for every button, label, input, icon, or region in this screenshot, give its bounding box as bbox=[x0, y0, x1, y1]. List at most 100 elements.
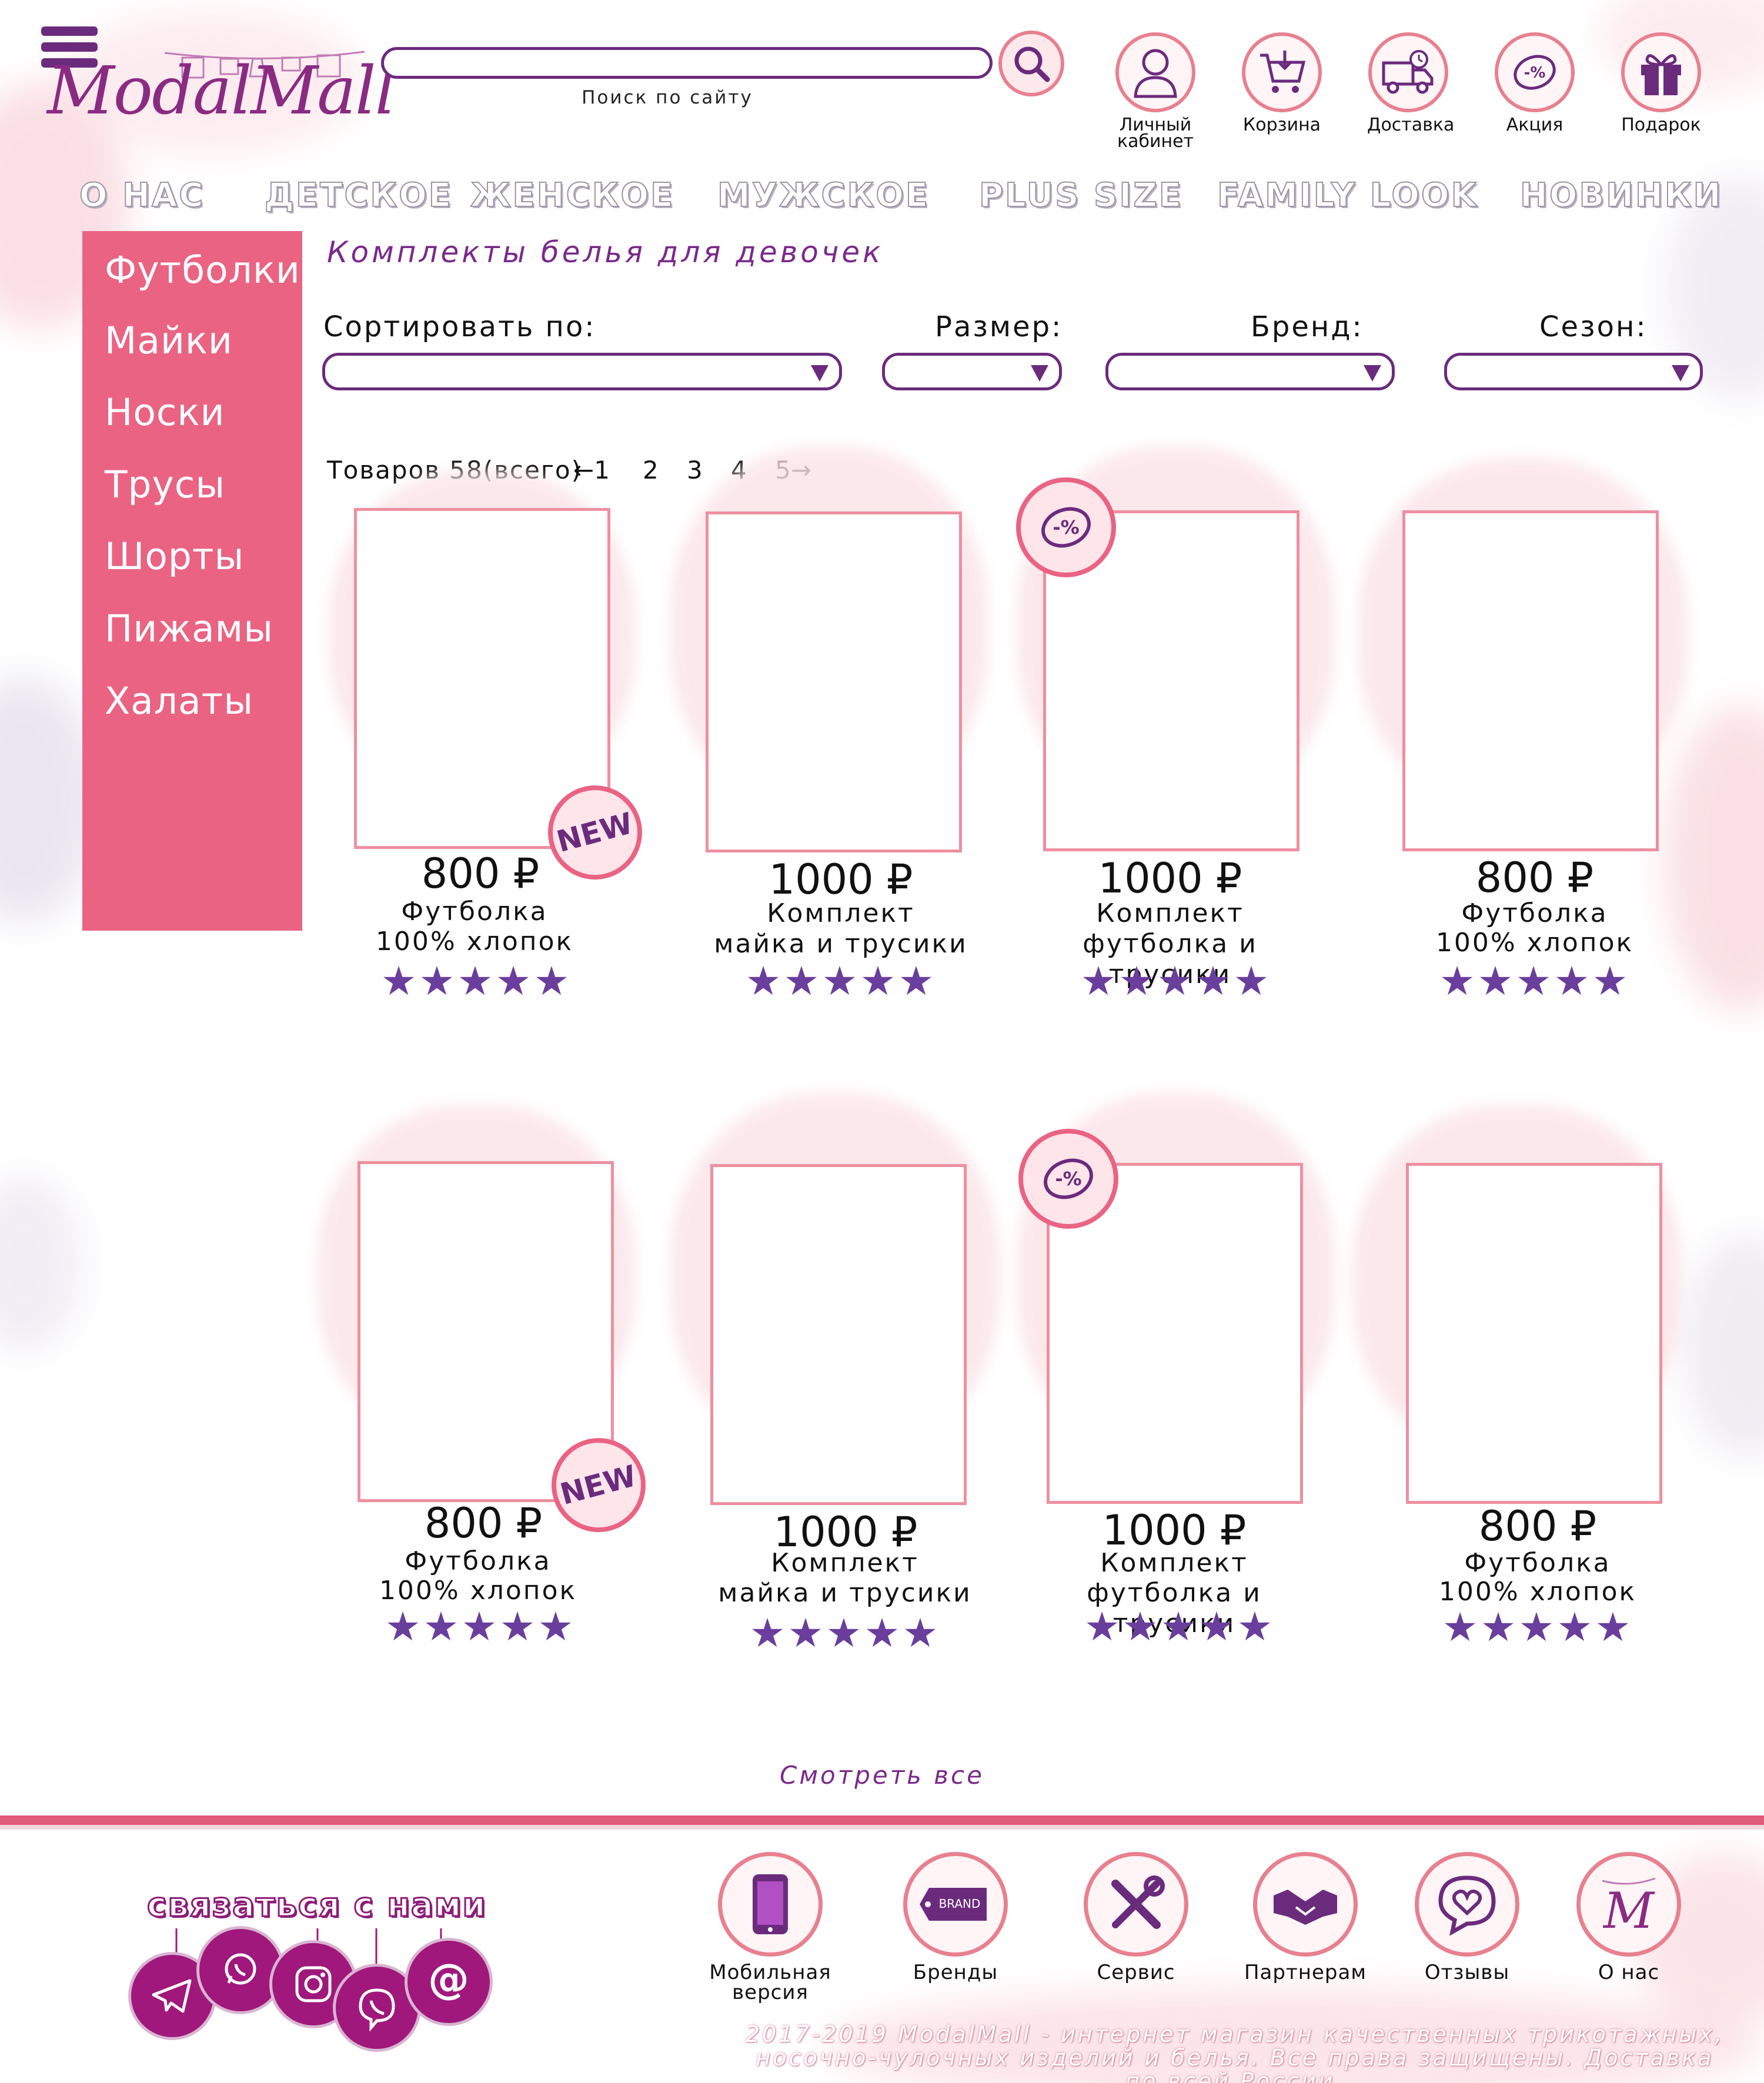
search-input[interactable] bbox=[381, 47, 993, 79]
product-description: майка и трусики bbox=[714, 929, 968, 959]
chevron-down-icon bbox=[811, 365, 828, 382]
product-name[interactable]: Комплект bbox=[692, 1548, 998, 1579]
nav-item-new[interactable]: НОВИНКИ bbox=[1519, 176, 1723, 215]
watercolor-decoration bbox=[1664, 706, 1764, 1011]
account-link[interactable]: Личный кабинет bbox=[1114, 32, 1197, 151]
product-name[interactable]: Футболка bbox=[325, 1546, 631, 1577]
product-image[interactable] bbox=[1402, 510, 1659, 851]
instagram-icon bbox=[295, 1966, 332, 2002]
brand-select[interactable] bbox=[1105, 353, 1395, 390]
heart-chat-icon bbox=[1438, 1875, 1496, 1936]
sale-badge: -% bbox=[1016, 477, 1116, 577]
search-icon bbox=[1014, 46, 1050, 82]
email-icon: @ bbox=[428, 1955, 469, 2003]
product-price: 1000 ₽ bbox=[769, 855, 913, 904]
mobile-version-link[interactable]: Мобильная версия bbox=[706, 1852, 835, 2002]
product-description: 100% хлопок bbox=[1435, 928, 1634, 958]
search-hint: Поиск по сайту bbox=[582, 87, 753, 108]
svg-text:-%: -% bbox=[1524, 64, 1546, 82]
gift-icon bbox=[1641, 54, 1681, 95]
rating-stars: ★★★★★ bbox=[1084, 1604, 1275, 1650]
nav-item-about[interactable]: О НАС bbox=[79, 176, 205, 215]
handshake-icon bbox=[1274, 1890, 1337, 1925]
about-link[interactable]: M О нас bbox=[1564, 1852, 1693, 1982]
nav-item-plus-size[interactable]: PLUS SIZE bbox=[978, 176, 1183, 215]
delivery-link[interactable]: Доставка bbox=[1367, 32, 1454, 134]
gift-link[interactable]: Подарок bbox=[1620, 32, 1702, 134]
season-select[interactable] bbox=[1444, 353, 1703, 390]
product-description: 100% хлопок bbox=[375, 927, 574, 957]
rating-stars: ★★★★★ bbox=[1439, 958, 1631, 1005]
search-button[interactable] bbox=[998, 31, 1064, 96]
cart-link[interactable]: Корзина bbox=[1241, 32, 1323, 134]
person-icon bbox=[1134, 49, 1177, 98]
view-all-link[interactable]: Смотреть все bbox=[764, 1761, 1000, 1790]
category-sidebar: Футболки Майки Носки Трусы Шорты Пижамы … bbox=[82, 231, 302, 931]
reviews-link[interactable]: Отзывы bbox=[1402, 1852, 1532, 1982]
partners-link[interactable]: Партнерам bbox=[1241, 1852, 1370, 1982]
product-name[interactable]: Комплект bbox=[1021, 1548, 1327, 1579]
sidebar-item-tshirts[interactable]: Футболки bbox=[105, 249, 300, 292]
svg-text:@: @ bbox=[428, 1955, 469, 2003]
nav-item-kids[interactable]: ДЕТСКОЕ bbox=[264, 176, 453, 215]
watercolor-decoration bbox=[1682, 1235, 1764, 1458]
nav-item-women[interactable]: ЖЕНСКОЕ bbox=[470, 176, 674, 215]
sidebar-item-socks[interactable]: Носки bbox=[105, 391, 225, 434]
copyright: 2017-2019 ModalMall - интернет магазин к… bbox=[745, 2021, 1725, 2083]
product-name[interactable]: Футболка bbox=[1382, 898, 1688, 929]
product-name[interactable]: Комплект bbox=[688, 898, 994, 929]
product-name[interactable]: Комплект bbox=[1017, 898, 1323, 929]
email-button[interactable]: @ bbox=[405, 1938, 493, 2026]
product-image[interactable] bbox=[710, 1164, 967, 1505]
product-name[interactable]: Футболка bbox=[1385, 1548, 1690, 1579]
pager-prev[interactable]: ←1 bbox=[573, 456, 610, 484]
rating-stars: ★★★★★ bbox=[380, 958, 572, 1005]
footer-divider bbox=[0, 1815, 1764, 1825]
product-price: 1000 ₽ bbox=[1102, 1506, 1247, 1554]
brands-link[interactable]: BRAND Бренды bbox=[891, 1852, 1020, 1982]
sidebar-item-shorts[interactable]: Шорты bbox=[105, 535, 244, 578]
logo-m-icon: M bbox=[1602, 1877, 1656, 1940]
sidebar-item-pajamas[interactable]: Пижамы bbox=[105, 607, 273, 650]
tools-icon bbox=[1111, 1875, 1165, 1929]
percent-tag-icon: -% bbox=[1041, 507, 1091, 548]
telegram-icon bbox=[152, 1979, 192, 2013]
logo[interactable]: ModalMall bbox=[47, 29, 396, 153]
svg-text:M: M bbox=[1602, 1882, 1655, 1940]
rating-stars: ★★★★★ bbox=[1442, 1604, 1633, 1651]
rating-stars: ★★★★★ bbox=[749, 1610, 941, 1657]
service-link[interactable]: Сервис bbox=[1071, 1852, 1201, 1982]
whatsapp-icon bbox=[225, 1953, 256, 1985]
product-description: майка и трусики bbox=[718, 1578, 972, 1608]
nav-item-family-look[interactable]: FAMILY LOOK bbox=[1217, 176, 1478, 215]
phone-icon bbox=[753, 1874, 788, 1934]
product-image[interactable] bbox=[1406, 1163, 1662, 1504]
contact-title: связаться с нами bbox=[146, 1885, 487, 1925]
rating-stars: ★★★★★ bbox=[1080, 958, 1272, 1005]
svg-text:BRAND: BRAND bbox=[939, 1897, 981, 1911]
promo-link[interactable]: -% Акция bbox=[1494, 32, 1576, 134]
chevron-down-icon bbox=[1672, 365, 1689, 382]
sidebar-item-robes[interactable]: Халаты bbox=[105, 680, 253, 723]
product-price: 800 ₽ bbox=[1478, 1502, 1597, 1550]
rating-stars: ★★★★★ bbox=[745, 958, 937, 1005]
new-badge: NEW bbox=[548, 785, 642, 880]
product-price: 800 ₽ bbox=[1475, 854, 1594, 902]
watercolor-decoration bbox=[0, 1176, 82, 1352]
rating-stars: ★★★★★ bbox=[385, 1604, 576, 1650]
size-select[interactable] bbox=[882, 353, 1062, 390]
nav-item-men[interactable]: МУЖСКОЕ bbox=[717, 176, 930, 215]
pager-page[interactable]: 3 bbox=[687, 456, 703, 484]
sidebar-item-underpants[interactable]: Трусы bbox=[105, 463, 225, 506]
percent-tag-icon: -% bbox=[1514, 55, 1556, 90]
viber-icon bbox=[359, 1988, 395, 2031]
page-title: Комплекты белья для девочек bbox=[327, 235, 884, 269]
product-image[interactable] bbox=[706, 511, 962, 852]
sidebar-item-tanktops[interactable]: Майки bbox=[105, 319, 233, 362]
product-name[interactable]: Футболка bbox=[322, 897, 627, 927]
pager-page[interactable]: 2 bbox=[643, 456, 659, 484]
product-description: 100% хлопок bbox=[1438, 1577, 1637, 1607]
product-price: 1000 ₽ bbox=[1098, 854, 1242, 902]
sort-select[interactable] bbox=[322, 353, 842, 390]
season-label: Сезон: bbox=[1539, 310, 1648, 343]
